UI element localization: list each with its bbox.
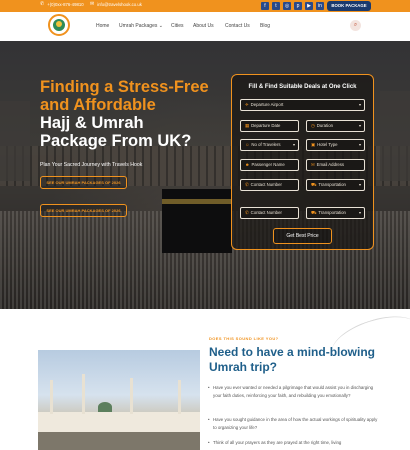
users-icon: ☺ [245,142,250,147]
chevron-down-icon: ▾ [358,210,361,215]
hero-title-line2: and Affordable [40,96,156,114]
bullet-2: Have you sought guidance in the area of … [208,416,378,432]
transportation-select-2[interactable]: ⛟ Transportation ▾ [306,207,365,219]
pinterest-icon[interactable]: p [294,2,302,10]
nav-blog[interactable]: Blog [260,23,270,29]
email-placeholder: Email Address [316,162,345,167]
phone-icon: ✆ [40,1,45,7]
hero-packages-button-1[interactable]: SEE OUR UMRAH PACKAGES OF 2026 [40,176,127,189]
contact-number-placeholder-2: Contact Number [250,210,282,215]
search-icon[interactable]: ⌕ [350,20,361,31]
hero-title: Finding a Stress-Free and Affordable Haj… [40,78,240,150]
hero-title-line3: Hajj & Umrah [40,114,144,132]
mosque-facade [38,412,200,432]
youtube-icon[interactable]: ▶ [305,2,313,10]
nav-contact-us[interactable]: Contact Us [225,23,250,29]
hotel-type-select[interactable]: ▣ Hotel Type ▾ [306,139,365,151]
transportation-value-2: Transportation [318,210,346,215]
page: ✆ +(0)0xx-876-49810 ✉ info@travelshook.c… [0,0,410,450]
phone-contact[interactable]: ✆ +(0)0xx-876-49810 [40,1,84,8]
kaaba-band [162,199,232,204]
top-bar: ✆ +(0)0xx-876-49810 ✉ info@travelshook.c… [0,0,410,12]
mail-icon: ✉ [90,1,95,7]
green-dome [98,402,112,412]
hero-background-building [0,101,30,181]
contact-number-input-1[interactable]: ✆ Contact Number [240,179,299,191]
madinah-mosque-image [38,350,200,450]
phone-icon: ✆ [245,182,249,187]
departure-date-placeholder: Departure Date [251,123,281,128]
site-logo[interactable] [48,14,70,36]
hotel-icon: ▣ [311,142,316,147]
hero-title-line4: Package From UK? [40,132,192,150]
minaret [50,380,53,414]
mail-icon: ✉ [311,162,315,167]
bullet-3: Think of all your prayers as they are pr… [208,439,378,447]
email-input[interactable]: ✉ Email Address [306,159,365,171]
contact-number-placeholder-1: Contact Number [250,182,282,187]
transportation-value-1: Transportation [318,182,346,187]
minaret [130,378,133,414]
email-address: info@travelshook.co.uk [97,2,142,7]
chevron-down-icon: ⌄ [158,23,163,29]
car-icon: ⛟ [311,182,317,187]
phone-icon: ✆ [245,210,249,215]
chevron-down-icon: ▾ [358,182,361,187]
transportation-select-1[interactable]: ⛟ Transportation ▾ [306,179,365,191]
car-icon: ⛟ [311,210,317,215]
departure-date-field[interactable]: ▦ Departure Date [240,120,299,132]
chevron-down-icon: ▾ [358,123,361,128]
bullet-1: Have you ever wanted or needed a pilgrim… [208,384,378,400]
main-nav: Home Umrah Packages ⌄ Cities About Us Co… [0,12,410,43]
minaret [178,380,181,414]
get-best-price-button[interactable]: Get Best Price [273,228,332,244]
contact-number-input-2[interactable]: ✆ Contact Number [240,207,299,219]
passenger-name-placeholder: Passenger Name [251,162,285,167]
clock-icon: ◷ [311,123,315,128]
calendar-icon: ▦ [245,123,250,128]
travelers-value: No of Travelers [251,142,281,147]
nav-home[interactable]: Home [96,23,109,29]
section-eyebrow: DOES THIS SOUND LIKE YOU? [209,336,279,341]
travelers-select[interactable]: ☺ No of Travelers ▾ [240,139,299,151]
kaaba-image [162,189,232,253]
passenger-name-input[interactable]: ☻ Passenger Name [240,159,299,171]
chevron-down-icon: ▾ [358,142,361,147]
hero-subtitle: Plan Your Sacred Journey with Travels Ho… [40,162,143,168]
facebook-icon[interactable]: f [261,2,269,10]
section-title: Need to have a mind-blowing Umrah trip? [209,345,376,374]
deal-finder-form: Fill & Find Suitable Deals at One Click … [231,74,374,250]
hero-title-line1: Finding a Stress-Free [40,78,209,96]
nav-umrah-packages-label: Umrah Packages [119,23,158,29]
duration-select[interactable]: ◷ Duration ▾ [306,120,365,132]
user-icon: ☻ [245,162,250,167]
departure-airport-value: Departure Airport [250,102,284,107]
nav-about-us[interactable]: About Us [193,23,214,29]
hero-packages-button-2[interactable]: SEE OUR UMRAH PACKAGES OF 2026 [40,204,127,217]
book-package-button[interactable]: BOOK PACKAGE [327,1,371,11]
minaret [82,374,85,414]
hero-background-building [380,91,410,181]
chevron-down-icon: ▾ [358,102,361,107]
duration-value: Duration [316,123,333,128]
chevron-down-icon: ▾ [292,142,295,147]
nav-cities[interactable]: Cities [171,23,184,29]
plane-icon: ✈ [245,102,249,107]
email-contact[interactable]: ✉ info@travelshook.co.uk [90,1,142,8]
nav-umrah-packages[interactable]: Umrah Packages ⌄ [119,23,163,29]
form-title: Fill & Find Suitable Deals at One Click [248,84,357,90]
departure-airport-select[interactable]: ✈ Departure Airport ▾ [240,99,365,111]
courtyard [38,432,200,450]
linkedin-icon[interactable]: in [316,2,324,10]
twitter-icon[interactable]: t [272,2,280,10]
phone-number: +(0)0xx-876-49810 [47,2,84,7]
instagram-icon[interactable]: ◎ [283,2,291,10]
hotel-type-value: Hotel Type [317,142,338,147]
